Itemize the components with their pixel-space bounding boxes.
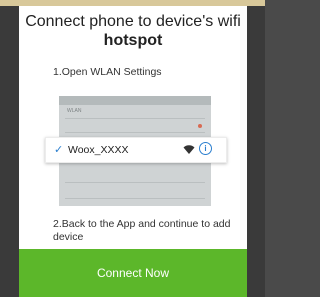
toggle-dot-icon <box>198 124 202 128</box>
illustration-row <box>65 120 205 133</box>
connect-hotspot-dialog: Connect phone to device's wifi hotspot 1… <box>19 6 247 297</box>
step-2-text: 2.Back to the App and continue to add de… <box>53 218 231 243</box>
illustration-row <box>65 186 205 199</box>
illustration-wlan-label: WLAN <box>67 108 82 114</box>
dialog-title-line1: Connect phone to device's wifi <box>25 13 241 30</box>
dialog-title: Connect phone to device's wifi hotspot <box>19 12 247 50</box>
connect-now-button[interactable]: Connect Now <box>19 249 247 297</box>
wifi-signal-icon <box>183 145 195 154</box>
dialog-title-line2: hotspot <box>103 32 163 49</box>
illustration-row <box>65 170 205 183</box>
step-1-text: 1.Open WLAN Settings <box>53 66 162 78</box>
illustration-row: WLAN <box>65 106 205 119</box>
illustration-status-bar <box>59 96 211 105</box>
check-icon: ✓ <box>54 144 64 156</box>
info-icon: i <box>199 142 212 155</box>
wifi-network-card: ✓ Woox_XXXX i <box>45 137 227 163</box>
network-name: Woox_XXXX <box>68 144 129 156</box>
